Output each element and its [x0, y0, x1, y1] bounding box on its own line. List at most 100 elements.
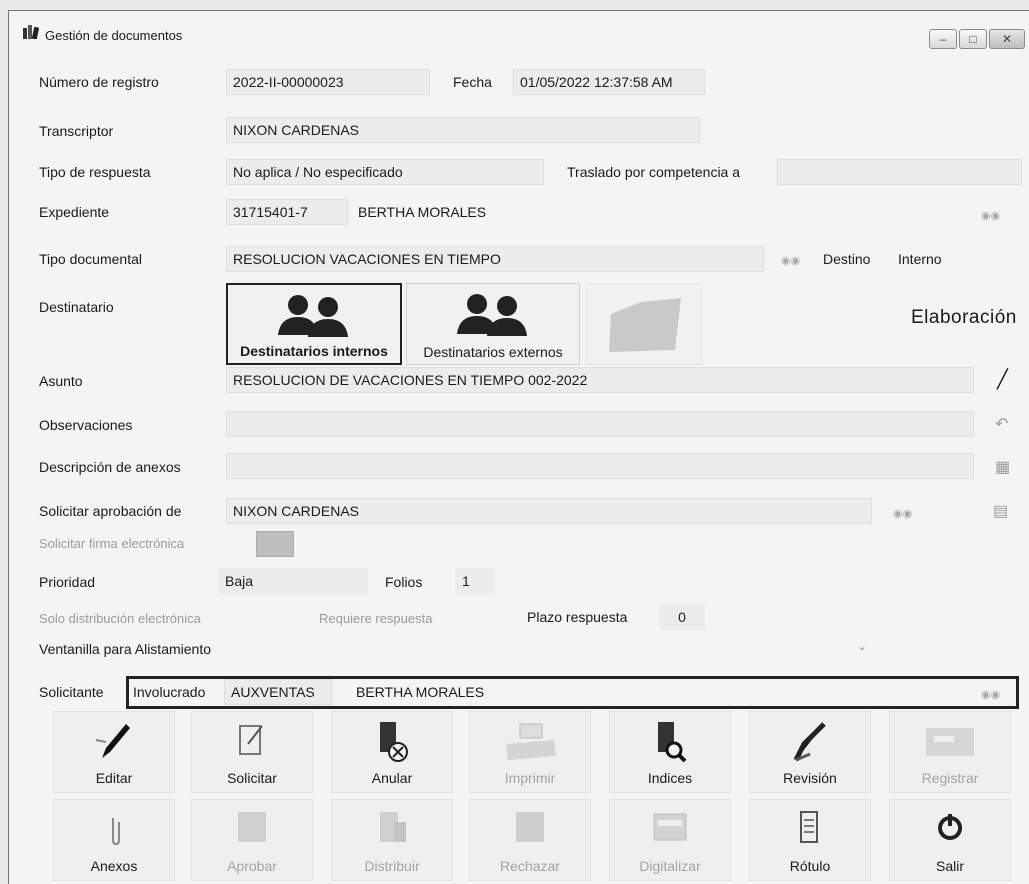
binoculars-icon[interactable]: ◉◉: [893, 507, 912, 520]
aprobar-label: Aprobar: [227, 858, 277, 874]
tipo-respuesta-label: Tipo de respuesta: [39, 164, 151, 180]
undo-icon[interactable]: ↶: [995, 414, 1008, 434]
rechazar-button[interactable]: Rechazar: [469, 799, 591, 881]
reject-icon: [516, 812, 544, 842]
indices-label: Indices: [647, 770, 693, 786]
editar-label: Editar: [95, 770, 133, 786]
solicitante-tipo-select[interactable]: Involucrado: [133, 684, 205, 700]
users-icon: [457, 294, 527, 336]
binoculars-icon[interactable]: ◉◉: [981, 209, 1000, 222]
folios-label: Folios: [385, 574, 423, 590]
solo-distribucion-checkbox[interactable]: Solo distribución electrónica: [39, 611, 201, 626]
books-icon: [23, 25, 39, 39]
solicitante-code-field[interactable]: AUXVENTAS: [224, 679, 332, 705]
destinatarios-externos-label: Destinatarios externos: [423, 344, 563, 360]
observaciones-label: Observaciones: [39, 417, 133, 433]
fecha-label: Fecha: [453, 74, 492, 90]
firma-electronica-label: Solicitar firma electrónica: [39, 536, 185, 551]
distribute-icon: [380, 812, 406, 842]
plazo-respuesta-label: Plazo respuesta: [527, 609, 628, 625]
traslado-field[interactable]: [777, 159, 1022, 185]
pencil-icon[interactable]: ╱: [997, 369, 1008, 390]
anular-button[interactable]: Anular: [331, 711, 453, 793]
digitalizar-label: Digitalizar: [639, 858, 701, 874]
binoculars-icon[interactable]: ◉◉: [981, 688, 1000, 701]
document-edit-icon: [239, 725, 263, 755]
fecha-field[interactable]: 01/05/2022 12:37:58 AM: [513, 69, 705, 95]
registrar-button[interactable]: Registrar: [889, 711, 1011, 793]
destinatarios-internos-label: Destinatarios internos: [240, 343, 388, 359]
solicitar-aprobacion-label: Solicitar aprobación de: [39, 503, 182, 519]
solicitar-button[interactable]: Solicitar: [191, 711, 313, 793]
ventanilla-label: Ventanilla para Alistamiento: [39, 641, 211, 657]
close-button[interactable]: ✕: [989, 29, 1025, 49]
imprimir-label: Imprimir: [504, 770, 556, 786]
folder-icon: [609, 298, 681, 352]
destinatarios-internos-button[interactable]: Destinatarios internos: [226, 283, 402, 365]
window-title: Gestión de documentos: [45, 28, 183, 43]
title-bar: Gestión de documentos – □ ✕: [9, 11, 1029, 51]
destinatarios-externos-button[interactable]: Destinatarios externos: [406, 283, 580, 365]
registrar-label: Registrar: [921, 770, 979, 786]
tipo-documental-field[interactable]: RESOLUCION VACACIONES EN TIEMPO: [226, 246, 764, 272]
anexos-button[interactable]: Anexos: [53, 799, 175, 881]
traslado-label: Traslado por competencia a: [567, 164, 741, 180]
signature-icon[interactable]: ▤: [993, 501, 1008, 521]
tipo-documental-label: Tipo documental: [39, 251, 142, 267]
expediente-code-field[interactable]: 31715401-7: [226, 199, 348, 225]
paperclip-icon: [112, 818, 120, 846]
observaciones-field[interactable]: [226, 411, 974, 437]
binoculars-icon[interactable]: ◉◉: [781, 254, 800, 267]
solicitante-name-field[interactable]: BERTHA MORALES: [349, 679, 949, 705]
asunto-label: Asunto: [39, 373, 83, 389]
folder-button[interactable]: [586, 283, 702, 365]
exit-icon: [938, 814, 963, 840]
printer-icon: [506, 723, 556, 760]
descripcion-anexos-label: Descripción de anexos: [39, 459, 181, 475]
expediente-label: Expediente: [39, 204, 110, 220]
register-icon: [926, 728, 974, 756]
chevron-down-icon[interactable]: ⌄: [857, 639, 867, 653]
maximize-button[interactable]: □: [959, 29, 987, 49]
asunto-field[interactable]: RESOLUCION DE VACACIONES EN TIEMPO 002-2…: [226, 367, 974, 393]
firma-electronica-checkbox[interactable]: [256, 531, 294, 557]
rechazar-label: Rechazar: [500, 858, 560, 874]
digitalizar-button[interactable]: Digitalizar: [609, 799, 731, 881]
destino-field[interactable]: Interno: [891, 246, 1011, 272]
folios-field[interactable]: 1: [455, 568, 495, 594]
prioridad-label: Prioridad: [39, 574, 96, 590]
solicitante-label: Solicitante: [39, 684, 104, 700]
expediente-name-field[interactable]: BERTHA MORALES: [351, 199, 951, 225]
solicitar-label: Solicitar: [227, 770, 277, 786]
requiere-respuesta-checkbox[interactable]: Requiere respuesta: [319, 611, 432, 626]
salir-label: Salir: [935, 858, 964, 874]
editar-button[interactable]: Editar: [53, 711, 175, 793]
rotulo-button[interactable]: Rótulo: [749, 799, 871, 881]
destinatario-label: Destinatario: [39, 299, 114, 315]
search-document-icon: [658, 722, 687, 763]
transcriptor-field[interactable]: NIXON CARDENAS: [226, 117, 700, 143]
revision-button[interactable]: Revisión: [749, 711, 871, 793]
cancel-document-icon: [380, 722, 408, 762]
anexos-label: Anexos: [90, 858, 138, 874]
indices-button[interactable]: Indices: [609, 711, 731, 793]
estado-label: Elaboración: [911, 307, 1017, 328]
solicitar-aprobacion-field[interactable]: NIXON CARDENAS: [226, 498, 872, 524]
imprimir-button[interactable]: Imprimir: [469, 711, 591, 793]
calendar-icon[interactable]: ▦: [995, 457, 1010, 477]
numero-registro-label: Número de registro: [39, 74, 159, 90]
distribuir-button[interactable]: Distribuir: [331, 799, 453, 881]
tipo-respuesta-select[interactable]: No aplica / No especificado: [226, 159, 544, 185]
numero-registro-field[interactable]: 2022-II-00000023: [226, 69, 430, 95]
plazo-respuesta-field[interactable]: 0: [659, 604, 705, 630]
salir-button[interactable]: Salir: [889, 799, 1011, 881]
anular-label: Anular: [371, 770, 413, 786]
minimize-button[interactable]: –: [929, 29, 957, 49]
pencil-icon: [95, 724, 130, 758]
scanner-icon: [653, 813, 687, 841]
label-icon: [800, 811, 818, 843]
aprobar-button[interactable]: Aprobar: [191, 799, 313, 881]
transcriptor-label: Transcriptor: [39, 123, 114, 139]
descripcion-anexos-field[interactable]: [226, 453, 974, 479]
prioridad-select[interactable]: Baja: [218, 568, 368, 594]
